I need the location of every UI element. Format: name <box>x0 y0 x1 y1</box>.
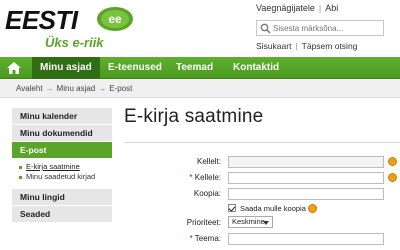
home-icon[interactable] <box>6 61 22 75</box>
priority-select[interactable]: Keskmine <box>228 216 273 228</box>
sidebar-subitem-sent-mail[interactable]: Minu saadetud kirjad <box>19 172 112 182</box>
breadcrumb-arrow-icon: → <box>45 84 54 93</box>
link-sitemap[interactable]: Sisukaart <box>256 41 291 51</box>
from-label: Kellelt: <box>196 157 221 166</box>
logo-mark-text: ee <box>108 12 122 26</box>
to-label-text: Kellele: <box>194 173 221 182</box>
sidebar-subitem-label: Minu saadetud kirjad <box>26 172 96 181</box>
search-icon[interactable] <box>260 23 271 34</box>
sidebar-item-settings[interactable]: Seaded <box>12 206 112 223</box>
nav-item-e-services[interactable]: E-teenused <box>100 57 170 79</box>
divider <box>124 142 400 143</box>
subject-label-text: Teema: <box>194 234 221 243</box>
breadcrumb-my-things[interactable]: Minu asjad <box>57 84 96 93</box>
eesti-logo[interactable]: EESTI ee Üks e-riik <box>5 4 135 50</box>
priority-value: Keskmine <box>232 217 265 226</box>
breadcrumb-arrow-icon: → <box>98 84 107 93</box>
logo-mark-icon: ee <box>97 7 133 31</box>
search-input[interactable] <box>273 22 381 34</box>
link-help[interactable]: Abi <box>325 3 338 13</box>
nav-item-topics[interactable]: Teemad <box>168 57 221 79</box>
sidebar-item-calendar[interactable]: Minu kalender <box>12 108 112 125</box>
link-visually-impaired[interactable]: Vaegnägijatele <box>256 3 315 13</box>
sidebar-item-documents[interactable]: Minu dokumendid <box>12 125 112 142</box>
help-icon[interactable] <box>388 157 397 166</box>
breadcrumb: Avaleht → Minu asjad → E-post <box>0 80 400 98</box>
chevron-down-icon <box>263 221 269 225</box>
priority-label: Prioriteet: <box>186 218 221 227</box>
breadcrumb-email: E-post <box>109 84 133 93</box>
help-icon[interactable] <box>308 204 317 213</box>
separator: | <box>318 3 322 13</box>
cc-label: Koopia: <box>193 189 221 198</box>
logo-tagline: Üks e-riik <box>45 35 104 50</box>
search-box[interactable] <box>256 20 384 36</box>
sidebar-subitem-label: E-kirja saatmine <box>26 162 80 171</box>
from-field <box>228 156 384 168</box>
cc-field[interactable] <box>228 188 384 200</box>
bullet-icon <box>19 165 22 169</box>
nav-item-contacts[interactable]: Kontaktid <box>225 57 287 79</box>
link-advanced-search[interactable]: Täpsem otsing <box>302 41 358 51</box>
page-title: E-kirja saatmine <box>124 106 264 127</box>
to-label: * Kellele: <box>131 173 221 182</box>
bullet-icon <box>19 175 22 179</box>
sidebar-item-email[interactable]: E-post <box>12 142 112 159</box>
subject-label: * Teema: <box>131 234 221 243</box>
to-field[interactable] <box>228 172 384 184</box>
nav-item-my-things[interactable]: Minu asjad <box>32 57 100 79</box>
sidebar-subitem-send-email[interactable]: E-kirja saatmine <box>19 162 112 172</box>
copy-me-checkbox[interactable] <box>228 204 236 212</box>
sidebar: Minu kalender Minu dokumendid E-post E-k… <box>12 108 112 223</box>
sidebar-item-links[interactable]: Minu lingid <box>12 189 112 206</box>
sidebar-submenu: E-kirja saatmine Minu saadetud kirjad <box>12 159 112 189</box>
main-nav: Minu asjad E-teenused Teemad Kontaktid <box>0 57 400 79</box>
help-icon[interactable] <box>388 173 397 182</box>
breadcrumb-home[interactable]: Avaleht <box>16 84 43 93</box>
search-links: Sisukaart | Täpsem otsing <box>256 41 357 51</box>
logo-wordmark: EESTI <box>5 5 78 35</box>
separator: | <box>295 41 298 51</box>
copy-me-label: Saada mulle koopia <box>240 204 306 213</box>
subject-field[interactable] <box>228 233 384 245</box>
top-links: Vaegnägijatele | Abi <box>256 3 338 13</box>
